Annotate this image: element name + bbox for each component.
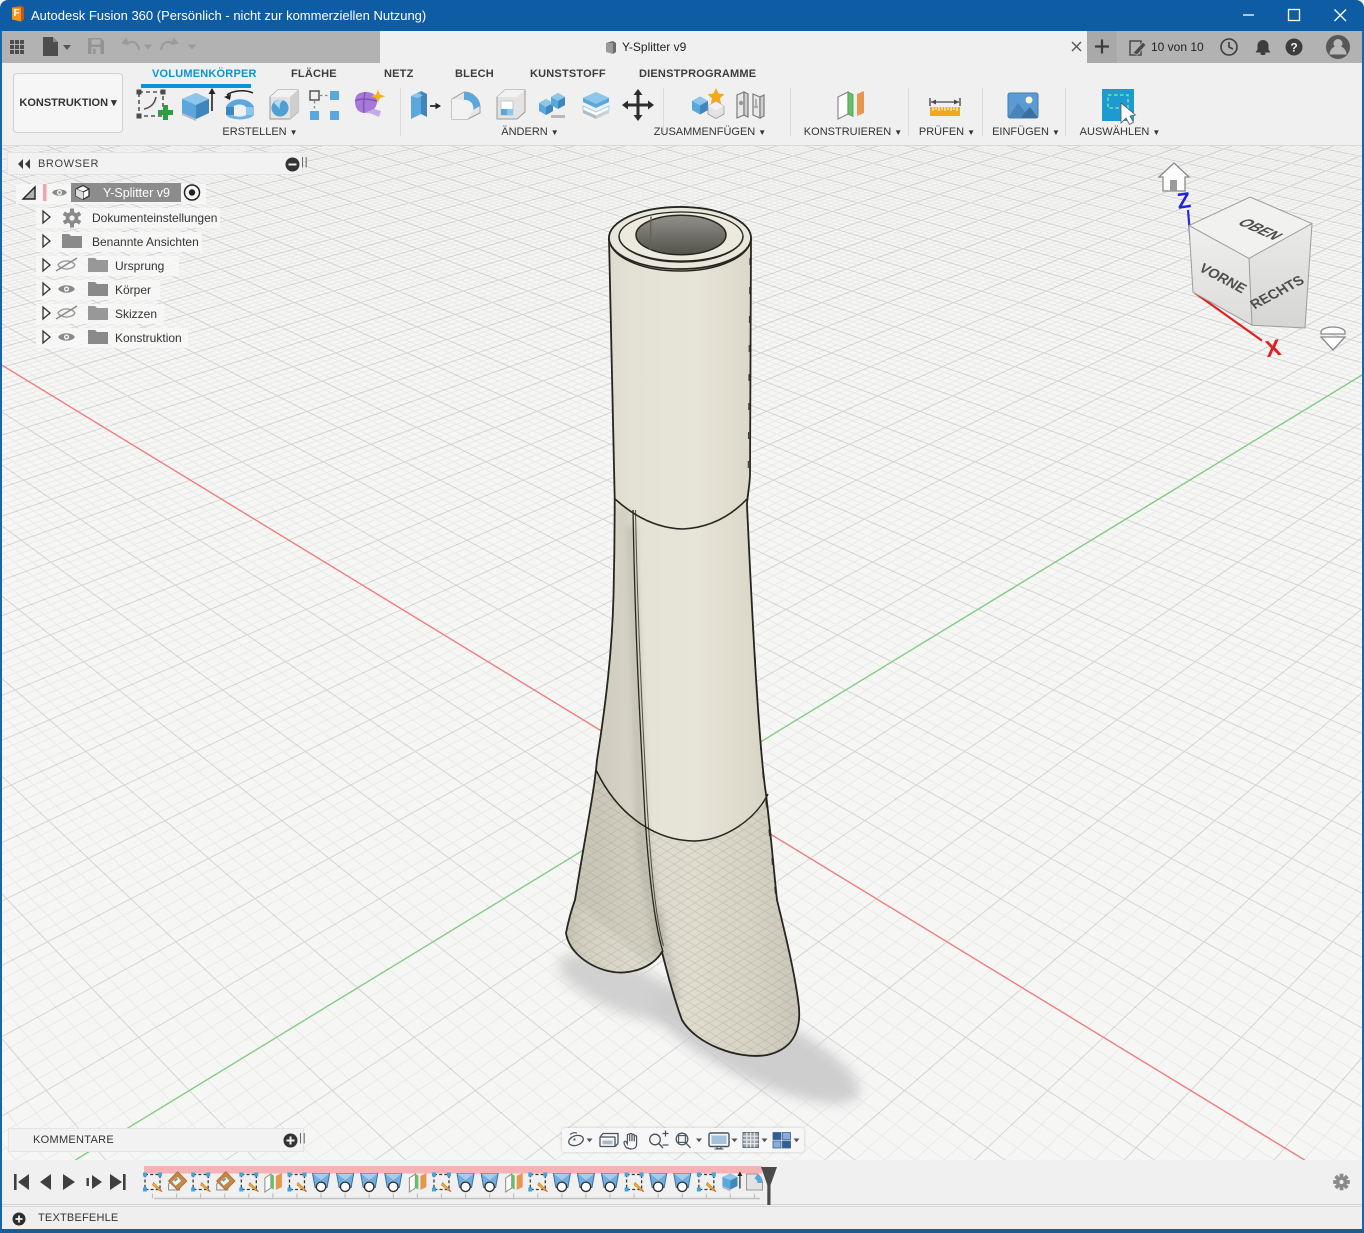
svg-text:10 von 10: 10 von 10 — [1151, 40, 1204, 54]
svg-text:?: ? — [1290, 41, 1297, 55]
svg-text:F: F — [13, 8, 19, 19]
svg-text:Y-Splitter v9: Y-Splitter v9 — [622, 40, 687, 54]
svg-text:Y-Splitter v9: Y-Splitter v9 — [103, 186, 170, 200]
svg-text:X: X — [1263, 334, 1283, 362]
